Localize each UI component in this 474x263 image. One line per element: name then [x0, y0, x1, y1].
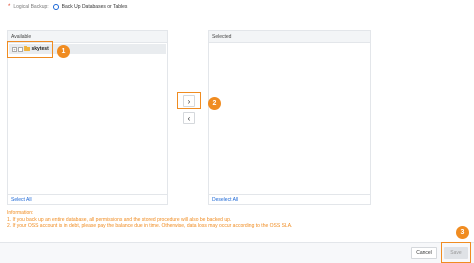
- backup-option-radio[interactable]: [52, 4, 59, 10]
- logical-backup-label: Logical Backup:: [13, 4, 49, 10]
- information-line-2: 2. If your OSS account is in debt, pleas…: [7, 223, 293, 229]
- step-badge-2: 2: [208, 97, 221, 110]
- save-highlight-box: [441, 242, 471, 263]
- chevron-left-icon: ‹: [187, 113, 191, 123]
- backup-configuration-page: * Logical Backup: Back Up Databases or T…: [0, 0, 474, 263]
- database-highlight-box: [7, 41, 53, 58]
- backup-option-label[interactable]: Back Up Databases or Tables: [62, 4, 128, 10]
- selected-panel: Selected Deselect All: [208, 30, 371, 205]
- step-badge-1: 1: [57, 45, 70, 58]
- selected-panel-header: Selected: [209, 31, 370, 43]
- deselect-all-link[interactable]: Deselect All: [209, 194, 370, 204]
- step-badge-3: 3: [456, 226, 469, 239]
- move-left-button[interactable]: ‹: [183, 112, 195, 124]
- logical-backup-row: * Logical Backup: Back Up Databases or T…: [8, 2, 127, 12]
- move-button-highlight-box: [177, 92, 201, 109]
- dialog-footer: [0, 243, 474, 263]
- information-notice: Information: 1. If you back up an entire…: [7, 210, 292, 230]
- required-marker: *: [8, 4, 11, 10]
- select-all-link[interactable]: Select All: [8, 194, 167, 204]
- cancel-button[interactable]: Cancel: [411, 247, 437, 259]
